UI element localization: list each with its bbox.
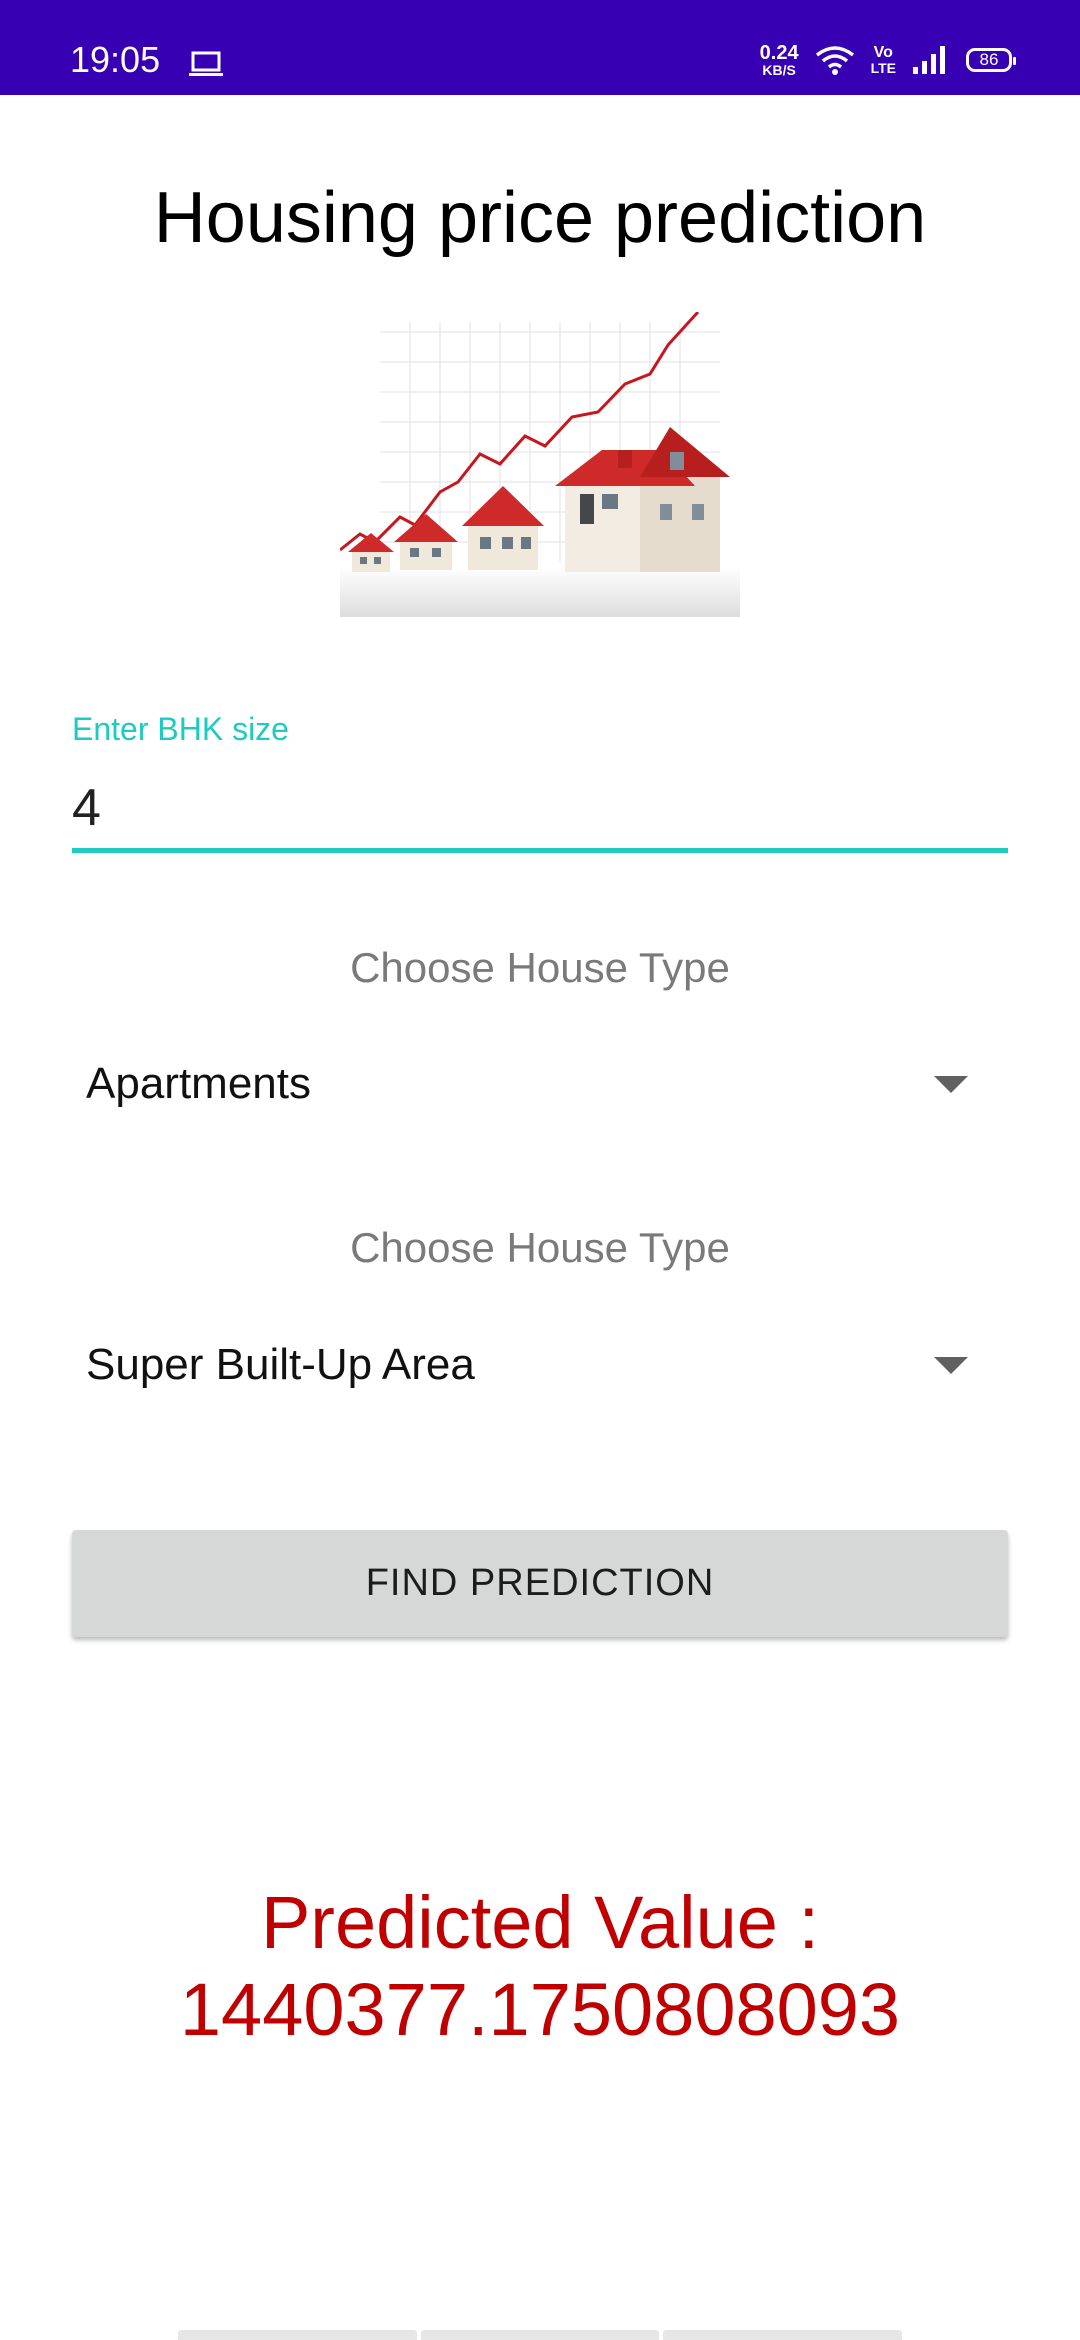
navigation-bar — [178, 2330, 903, 2340]
predicted-value-label: Predicted Value : — [260, 1881, 820, 1964]
network-speed: 0.24 KB/S — [760, 43, 799, 77]
nav-segment — [178, 2330, 417, 2340]
laptop-icon — [189, 51, 223, 76]
nav-segment — [420, 2330, 660, 2340]
wifi-icon — [815, 46, 854, 75]
area-type-label: Choose House Type — [350, 1224, 730, 1271]
page-title: Housing price prediction — [153, 178, 927, 258]
network-speed-unit: KB/S — [762, 62, 796, 78]
dropdown-arrow-icon — [934, 1356, 968, 1374]
house-type-spinner[interactable]: Apartments — [72, 1044, 1008, 1124]
find-prediction-button[interactable]: FIND PREDICTION — [72, 1530, 1008, 1637]
battery-indicator: 86 — [966, 48, 1016, 72]
volte-indicator: Vo LTE — [870, 44, 896, 76]
bhk-size-underline — [72, 848, 1008, 853]
area-type-selected: Super Built-Up Area — [86, 1340, 475, 1389]
status-icons: 0.24 KB/S Vo LTE 86 — [760, 40, 1016, 80]
nav-segment — [663, 2330, 903, 2340]
house-type-label: Choose House Type — [350, 944, 730, 991]
signal-icon — [913, 46, 945, 74]
volte-top: Vo — [873, 44, 893, 61]
predicted-value-number: 1440377.1750808093 — [179, 1968, 901, 2051]
volte-bottom: LTE — [870, 60, 896, 76]
bhk-size-input[interactable] — [72, 778, 1002, 838]
area-type-spinner[interactable]: Super Built-Up Area — [72, 1325, 1008, 1405]
house-type-selected: Apartments — [86, 1059, 311, 1108]
housing-growth-illustration — [340, 312, 740, 617]
network-speed-value: 0.24 — [759, 42, 799, 64]
status-bar: 19:05 0.24 KB/S Vo LTE 86 — [0, 0, 1080, 95]
bhk-size-label: Enter BHK size — [72, 711, 289, 747]
status-time: 19:05 — [70, 39, 161, 80]
dropdown-arrow-icon — [934, 1075, 968, 1093]
